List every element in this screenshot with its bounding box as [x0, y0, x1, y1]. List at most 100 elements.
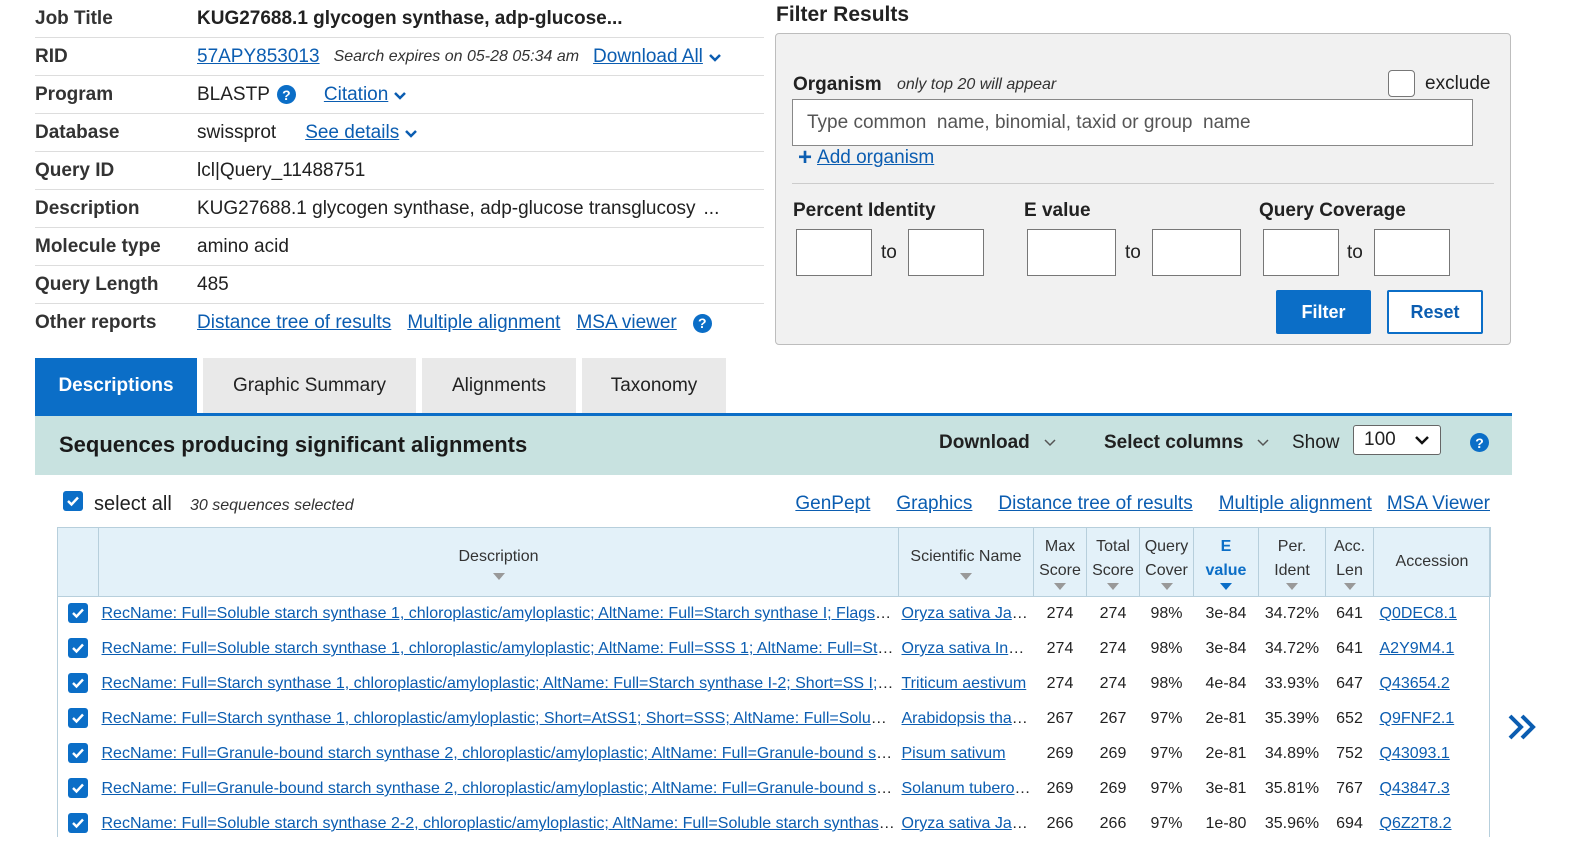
header-max-score[interactable]: Max Score [1033, 527, 1087, 597]
evalue-min-input[interactable] [1027, 229, 1116, 276]
table-row: RecName: Full=Soluble starch synthase 2-… [58, 807, 1491, 842]
help-icon[interactable]: ? [1470, 433, 1489, 452]
add-organism[interactable]: + Add organism [798, 146, 934, 170]
multiple-alignment-link[interactable]: Multiple alignment [1219, 493, 1372, 514]
chevron-down-icon[interactable] [1414, 432, 1430, 448]
row-scientific-name-link[interactable]: Triticum aestivum [902, 675, 1027, 692]
tab-alignments[interactable]: Alignments [422, 358, 576, 413]
show-count-value[interactable]: 100 [1364, 429, 1396, 451]
header-query-cover[interactable]: Query Cover [1139, 527, 1194, 597]
chevron-down-icon[interactable] [1042, 435, 1058, 451]
header-acc-len[interactable]: Acc. Len [1325, 527, 1374, 597]
row-scientific-name-link[interactable]: Oryza sativa Japonica Group [902, 815, 1034, 832]
row-accession-link[interactable]: Q6Z2T8.2 [1380, 815, 1452, 832]
row-scientific-name-link[interactable]: Oryza sativa Japonica Group [902, 605, 1034, 622]
tab-taxonomy[interactable]: Taxonomy [582, 358, 726, 413]
row-description-link[interactable]: RecName: Full=Starch synthase 1, chlorop… [102, 710, 899, 727]
row-description-link[interactable]: RecName: Full=Soluble starch synthase 1,… [102, 640, 899, 657]
row-accession-link[interactable]: Q9FNF2.1 [1380, 710, 1455, 727]
row-scientific-name-link[interactable]: Arabidopsis thaliana [902, 710, 1034, 727]
evalue-max-input[interactable] [1152, 229, 1241, 276]
row-checkbox[interactable] [68, 708, 88, 728]
header-description[interactable]: Description [98, 527, 899, 597]
program-row: Program BLASTP ? Citation [35, 76, 764, 114]
rid-link[interactable]: 57APY853013 [197, 46, 320, 68]
row-accession-link[interactable]: Q43093.1 [1380, 745, 1450, 762]
row-per-ident: 34.89% [1264, 745, 1320, 762]
row-checkbox[interactable] [68, 778, 88, 798]
see-details-link[interactable]: See details [305, 122, 399, 144]
row-query-cover: 98% [1150, 675, 1183, 692]
download-label[interactable]: Download [939, 432, 1030, 454]
header-per-ident[interactable]: Per. Ident [1258, 527, 1326, 597]
select-all-row: select all 30 sequences selected GenPept… [35, 475, 1512, 527]
download-menu[interactable]: Download [939, 432, 1058, 454]
molecule-type-label: Molecule type [35, 235, 161, 257]
distance-tree-link[interactable]: Distance tree of results [197, 312, 391, 334]
filter-button[interactable]: Filter [1276, 290, 1371, 334]
help-icon[interactable]: ? [692, 313, 712, 333]
percent-identity-min-input[interactable] [796, 229, 872, 276]
row-description-link[interactable]: RecName: Full=Granule-bound starch synth… [102, 745, 899, 762]
query-coverage-max-input[interactable] [1374, 229, 1450, 276]
row-scientific-name-link[interactable]: Pisum sativum [902, 745, 1006, 762]
row-acc-len: 647 [1336, 675, 1363, 692]
row-description-link[interactable]: RecName: Full=Soluble starch synthase 1,… [102, 605, 899, 622]
header-scientific-name[interactable]: Scientific Name [898, 527, 1034, 597]
citation-link[interactable]: Citation [324, 84, 388, 106]
to-label: to [881, 242, 897, 263]
row-accession-link[interactable]: Q43654.2 [1380, 675, 1450, 692]
row-accession-link[interactable]: A2Y9M4.1 [1380, 640, 1455, 657]
row-description-link[interactable]: RecName: Full=Granule-bound starch synth… [102, 780, 899, 797]
row-description-link[interactable]: RecName: Full=Starch synthase 1, chlorop… [102, 675, 899, 692]
row-scientific-name-link[interactable]: Oryza sativa Indica Group [902, 640, 1034, 657]
select-columns-label[interactable]: Select columns [1104, 432, 1243, 454]
query-length-value: 485 [197, 273, 229, 295]
chevron-down-icon[interactable] [403, 125, 419, 141]
msa-viewer-link[interactable]: MSA viewer [576, 312, 676, 334]
help-icon[interactable]: ? [276, 85, 296, 104]
multiple-alignment-link[interactable]: Multiple alignment [407, 312, 560, 334]
row-accession-link[interactable]: Q0DEC8.1 [1380, 605, 1457, 622]
row-checkbox[interactable] [68, 743, 88, 763]
genpept-link[interactable]: GenPept [795, 493, 870, 514]
row-total-score: 267 [1099, 710, 1127, 727]
header-evalue[interactable]: Evalue [1193, 527, 1259, 597]
select-columns-menu[interactable]: Select columns [1104, 432, 1271, 454]
description-ellipsis[interactable]: ... [704, 198, 720, 220]
row-checkbox[interactable] [68, 603, 88, 624]
add-organism-link[interactable]: Add organism [817, 147, 934, 169]
header-accession[interactable]: Accession [1373, 527, 1491, 597]
show-count-select[interactable]: 100 [1353, 425, 1441, 455]
other-reports-row: Other reports Distance tree of results M… [35, 304, 764, 342]
row-checkbox[interactable] [68, 813, 88, 833]
tab-descriptions[interactable]: Descriptions [35, 358, 197, 413]
reset-button[interactable]: Reset [1387, 290, 1483, 334]
row-description-link[interactable]: RecName: Full=Soluble starch synthase 2-… [102, 815, 899, 832]
graphics-link[interactable]: Graphics [896, 493, 972, 514]
distance-tree-link[interactable]: Distance tree of results [998, 493, 1192, 514]
row-evalue: 3e-81 [1205, 780, 1247, 797]
chevron-down-icon[interactable] [392, 87, 408, 103]
row-checkbox[interactable] [68, 673, 88, 693]
percent-identity-max-input[interactable] [908, 229, 984, 276]
chevron-down-icon[interactable] [1255, 435, 1271, 451]
organism-input[interactable] [792, 99, 1473, 146]
header-total-score[interactable]: Total Score [1086, 527, 1140, 597]
msa-viewer-link[interactable]: MSA Viewer [1387, 493, 1490, 514]
program-label: Program [35, 83, 114, 105]
double-chevron-right-icon[interactable] [1506, 712, 1540, 742]
query-coverage-min-input[interactable] [1263, 229, 1339, 276]
exclude-checkbox[interactable] [1388, 70, 1415, 97]
tab-graphic-summary[interactable]: Graphic Summary [203, 358, 416, 413]
database-row: Database swissprot See details [35, 114, 764, 152]
chevron-down-icon[interactable] [707, 49, 723, 65]
row-accession-link[interactable]: Q43847.3 [1380, 780, 1450, 797]
row-scientific-name-link[interactable]: Solanum tuberosum [902, 780, 1034, 797]
row-checkbox[interactable] [68, 638, 88, 658]
selected-count: 30 sequences selected [190, 497, 354, 514]
row-evalue: 2e-81 [1205, 710, 1247, 727]
download-all-link[interactable]: Download All [593, 46, 703, 68]
plus-icon[interactable]: + [798, 146, 812, 170]
select-all-checkbox[interactable] [63, 491, 83, 511]
